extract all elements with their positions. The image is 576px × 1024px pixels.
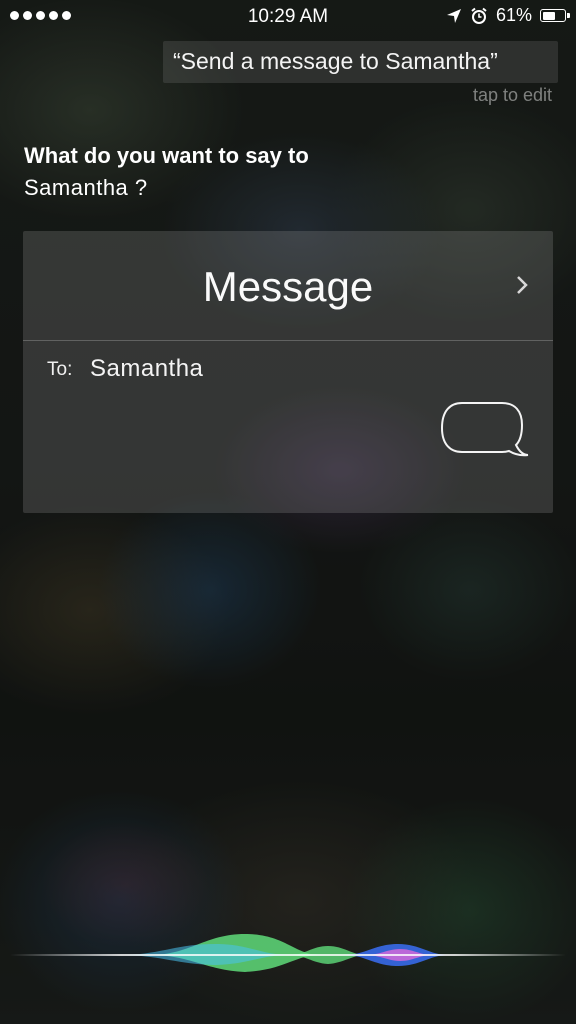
siri-waveform: [10, 934, 566, 972]
recipient-name: Samantha: [90, 355, 204, 382]
chevron-right-icon[interactable]: [515, 273, 529, 297]
alarm-clock-icon: [471, 7, 487, 24]
battery-level-fill: [542, 11, 556, 20]
status-right-group: 61%: [446, 5, 570, 26]
location-arrow-icon: [446, 8, 461, 23]
message-card-title: Message: [202, 263, 374, 310]
status-bar: 10:29 AM 61%: [0, 0, 576, 34]
battery-icon: [540, 9, 570, 22]
tap-to-edit-hint[interactable]: tap to edit: [473, 85, 552, 106]
message-bubble-icon: [440, 402, 529, 457]
message-card-header[interactable]: Message: [23, 231, 553, 341]
card-divider: [23, 340, 553, 341]
siri-response-recipient: Samantha ?: [24, 175, 148, 200]
to-label: To:: [47, 359, 73, 380]
spoken-query-text[interactable]: “Send a message to Samantha”: [163, 41, 558, 83]
siri-response-question: What do you want to say to: [24, 143, 309, 168]
battery-percentage: 61%: [495, 5, 532, 25]
siri-response: What do you want to say to Samantha ?: [24, 140, 544, 204]
message-card[interactable]: Message To: Samantha: [23, 231, 553, 513]
waveform-baseline: [10, 954, 566, 956]
